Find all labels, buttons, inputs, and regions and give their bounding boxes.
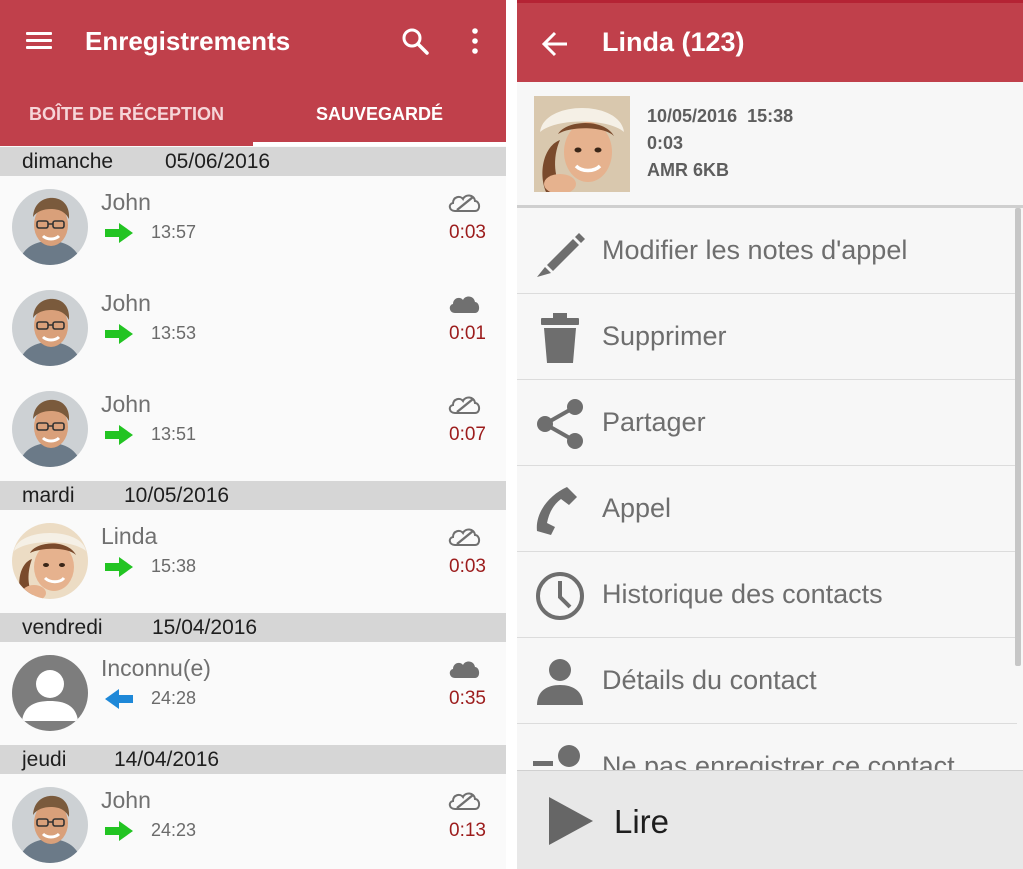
back-arrow-icon[interactable] xyxy=(541,29,571,59)
contact-name: Linda xyxy=(101,523,158,549)
menu-item-label: Modifier les notes d'appel xyxy=(602,235,908,265)
recordings-screen: Enregistrements BOÎTE DE RÉCEPTION SAUVE… xyxy=(0,0,506,869)
call-duration: 0:01 xyxy=(449,323,486,344)
date-header: vendredi 15/04/2016 xyxy=(0,613,506,642)
call-duration: 0:35 xyxy=(449,688,486,709)
app-bar: Linda (123) xyxy=(517,0,1023,82)
clock-icon xyxy=(536,572,584,620)
date-header-date: 05/06/2016 xyxy=(165,150,271,173)
menu-item-label: Détails du contact xyxy=(602,665,817,695)
call-duration: 0:07 xyxy=(449,424,486,445)
app-bar: Enregistrements BOÎTE DE RÉCEPTION SAUVE… xyxy=(0,0,506,146)
recording-row[interactable]: John 13:53 0:01 xyxy=(0,277,506,378)
play-button[interactable]: Lire xyxy=(517,770,1023,869)
tab-inbox[interactable]: BOÎTE DE RÉCEPTION xyxy=(0,88,253,146)
play-icon xyxy=(549,797,593,845)
cloud-icon[interactable] xyxy=(446,657,482,681)
tab-saved[interactable]: SAUVEGARDÉ xyxy=(253,88,506,146)
outgoing-call-arrow-icon xyxy=(105,223,133,243)
contact-photo xyxy=(534,96,630,192)
menu-item-label: Supprimer xyxy=(602,321,727,351)
scrollbar[interactable] xyxy=(1015,208,1021,666)
avatar xyxy=(12,290,88,366)
menu-item-edit-notes[interactable]: Modifier les notes d'appel xyxy=(517,208,1017,294)
recording-detail-screen: Linda (123) 10/05/2016 15:38 0:03 AMR 6K… xyxy=(517,0,1023,869)
avatar xyxy=(12,523,88,599)
call-time: 24:23 xyxy=(151,820,197,840)
menu-item-label: Partager xyxy=(602,407,706,437)
cloud-icon[interactable] xyxy=(446,292,482,316)
menu-item-delete[interactable]: Supprimer xyxy=(517,294,1017,380)
cloud-off-icon[interactable] xyxy=(446,525,482,549)
share-icon xyxy=(537,399,583,449)
call-duration: 0:03 xyxy=(449,222,486,243)
app-title: Enregistrements xyxy=(85,26,291,56)
recording-row[interactable]: John 13:57 0:03 xyxy=(0,176,506,277)
recording-format: AMR 6KB xyxy=(647,160,730,180)
recording-info: 10/05/2016 15:38 0:03 AMR 6KB xyxy=(517,82,1023,206)
cloud-off-icon[interactable] xyxy=(446,393,482,417)
call-duration: 0:03 xyxy=(449,556,486,577)
contact-name: John xyxy=(101,787,151,813)
avatar xyxy=(12,391,88,467)
date-header-date: 10/05/2016 xyxy=(124,484,230,507)
outgoing-call-arrow-icon xyxy=(105,425,133,445)
contact-name: John xyxy=(101,189,151,215)
recording-row[interactable]: Linda 15:38 0:03 xyxy=(0,510,506,611)
menu-item-contact-history[interactable]: Historique des contacts xyxy=(517,552,1017,638)
recording-date: 10/05/2016 xyxy=(647,106,738,126)
date-header-date: 14/04/2016 xyxy=(114,748,220,771)
cloud-off-icon[interactable] xyxy=(446,191,482,215)
outgoing-call-arrow-icon xyxy=(105,324,133,344)
trash-icon xyxy=(541,313,579,363)
date-header: jeudi 14/04/2016 xyxy=(0,745,506,774)
incoming-call-arrow-icon xyxy=(105,689,133,709)
date-header-day: jeudi xyxy=(22,748,67,771)
call-time: 13:53 xyxy=(151,323,197,343)
avatar xyxy=(12,655,88,731)
call-time: 13:57 xyxy=(151,222,197,242)
recording-duration: 0:03 xyxy=(647,133,684,153)
recording-row[interactable]: John 24:23 0:13 xyxy=(0,774,506,869)
menu-item-label: Appel xyxy=(602,493,672,523)
call-time: 24:28 xyxy=(151,688,197,708)
date-header: dimanche 05/06/2016 xyxy=(0,147,506,176)
avatar xyxy=(12,787,88,863)
date-header-day: dimanche xyxy=(22,150,114,173)
date-header-day: mardi xyxy=(22,484,75,507)
pencil-icon xyxy=(537,233,585,277)
play-label: Lire xyxy=(614,803,670,840)
menu-item-share[interactable]: Partager xyxy=(517,380,1017,466)
avatar xyxy=(12,189,88,265)
menu-item-label: Historique des contacts xyxy=(602,579,883,609)
more-options-icon[interactable] xyxy=(466,26,484,56)
call-time: 13:51 xyxy=(151,424,197,444)
call-time: 15:38 xyxy=(151,556,197,576)
menu-icon[interactable] xyxy=(26,30,54,52)
contact-title: Linda (123) xyxy=(602,27,745,57)
person-icon xyxy=(537,659,583,705)
recording-time: 15:38 xyxy=(747,106,794,126)
tab-indicator xyxy=(253,142,506,146)
date-header: mardi 10/05/2016 xyxy=(0,481,506,510)
date-header-date: 15/04/2016 xyxy=(152,616,258,639)
recording-row[interactable]: Inconnu(e) 24:28 0:35 xyxy=(0,642,506,743)
cloud-off-icon[interactable] xyxy=(446,789,482,813)
contact-name: John xyxy=(101,290,151,316)
recording-row[interactable]: John 13:51 0:07 xyxy=(0,378,506,479)
menu-item-call[interactable]: Appel xyxy=(517,466,1017,552)
call-duration: 0:13 xyxy=(449,820,486,841)
phone-icon xyxy=(536,487,577,535)
recording-datetime: 10/05/2016 15:38 xyxy=(647,106,793,127)
contact-name: Inconnu(e) xyxy=(101,655,211,681)
outgoing-call-arrow-icon xyxy=(105,821,133,841)
date-header-day: vendredi xyxy=(22,616,103,639)
menu-item-contact-details[interactable]: Détails du contact xyxy=(517,638,1017,724)
contact-name: John xyxy=(101,391,151,417)
outgoing-call-arrow-icon xyxy=(105,557,133,577)
search-icon[interactable] xyxy=(400,26,430,56)
